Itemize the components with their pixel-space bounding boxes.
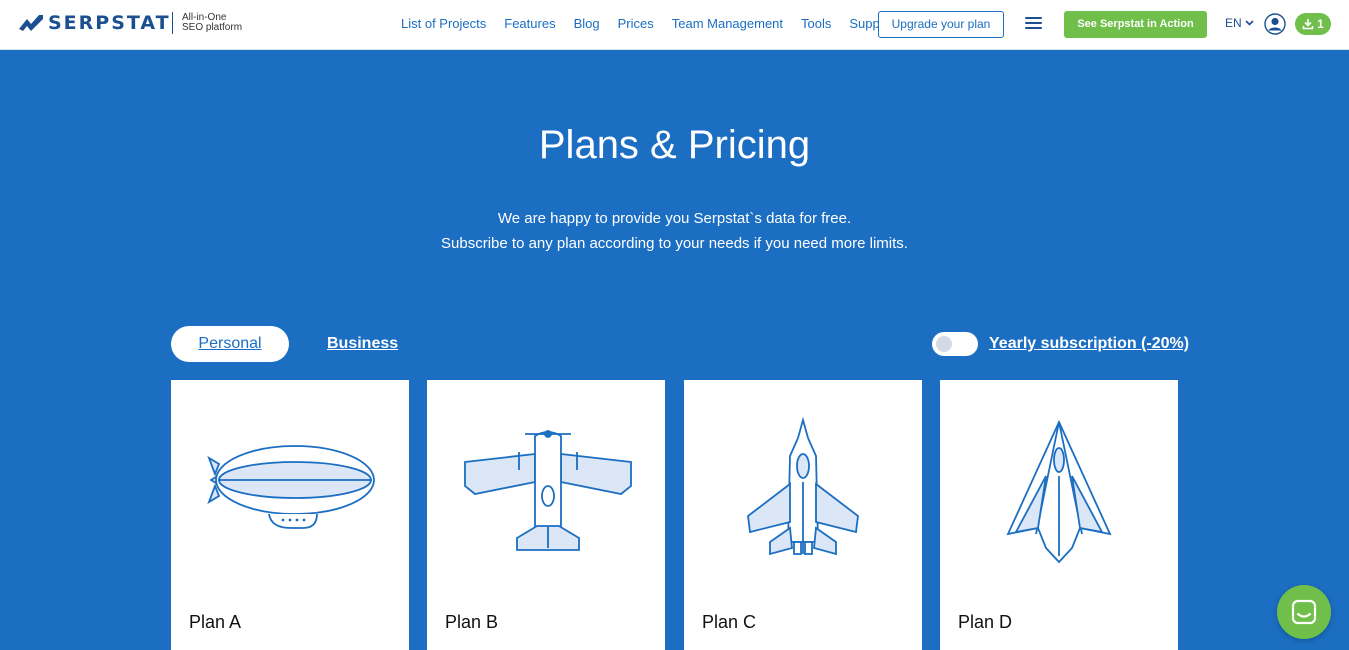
user-avatar-icon[interactable] xyxy=(1264,13,1286,35)
plan-name: Plan C xyxy=(702,612,757,632)
logo-divider xyxy=(172,12,173,34)
downloads-count: 1 xyxy=(1317,17,1324,31)
plan-card-a[interactable]: Plan A xyxy=(171,380,409,650)
hamburger-menu-icon[interactable] xyxy=(1025,17,1042,31)
page-title: Plans & Pricing xyxy=(538,123,811,167)
nav-list-of-projects[interactable]: List of Projects xyxy=(401,16,486,32)
chevron-down-icon xyxy=(1245,20,1254,26)
main-nav: List of Projects Features Blog Prices Te… xyxy=(392,16,904,32)
plan-card-b[interactable]: Plan B xyxy=(427,380,665,650)
logo-tagline: All-in-One SEO platform xyxy=(182,13,262,33)
language-label: EN xyxy=(1225,16,1242,30)
plan-card-c[interactable]: Plan C xyxy=(684,380,922,650)
subtitle-line2: Subscribe to any plan according to your … xyxy=(441,235,908,252)
plan-name: Plan A xyxy=(189,612,242,632)
downloads-badge[interactable]: 1 xyxy=(1295,13,1331,35)
tab-personal[interactable]: Personal xyxy=(171,326,289,362)
download-icon xyxy=(1302,19,1314,30)
nav-tools[interactable]: Tools xyxy=(801,16,831,32)
nav-prices[interactable]: Prices xyxy=(618,16,654,32)
tab-business[interactable]: Business xyxy=(327,326,398,362)
plan-name: Plan D xyxy=(958,612,1013,632)
page-subtitle: We are happy to provide you Serpstat`s d… xyxy=(0,206,1349,256)
subtitle-line1: We are happy to provide you Serpstat`s d… xyxy=(497,210,852,227)
language-selector[interactable]: EN xyxy=(1225,16,1254,30)
plan-name: Plan B xyxy=(445,612,499,632)
nav-features[interactable]: Features xyxy=(504,16,555,32)
upgrade-plan-button[interactable]: Upgrade your plan xyxy=(878,11,1004,38)
nav-blog[interactable]: Blog xyxy=(574,16,600,32)
top-header: SERPSTAT All-in-One SEO platform List of… xyxy=(0,0,1349,50)
logo-text: SERPSTAT xyxy=(48,12,171,34)
yearly-subscription-toggle[interactable] xyxy=(932,332,978,356)
propeller-plane-icon xyxy=(464,430,632,551)
chat-icon xyxy=(1291,599,1317,625)
logo-mark-icon xyxy=(19,15,43,31)
nav-team-management[interactable]: Team Management xyxy=(672,16,783,32)
tagline-line2: SEO platform xyxy=(182,22,243,33)
serpstat-logo[interactable]: SERPSTAT All-in-One SEO platform xyxy=(18,12,242,34)
toggle-knob xyxy=(936,336,952,352)
fighter-jet-icon xyxy=(747,416,859,556)
stealth-jet-icon xyxy=(1006,419,1112,564)
airship-icon xyxy=(207,445,375,529)
see-in-action-button[interactable]: See Serpstat in Action xyxy=(1064,11,1207,38)
chat-button[interactable] xyxy=(1277,585,1331,639)
yearly-subscription-label[interactable]: Yearly subscription (-20%) xyxy=(989,326,1189,362)
plan-card-d[interactable]: Plan D xyxy=(940,380,1178,650)
